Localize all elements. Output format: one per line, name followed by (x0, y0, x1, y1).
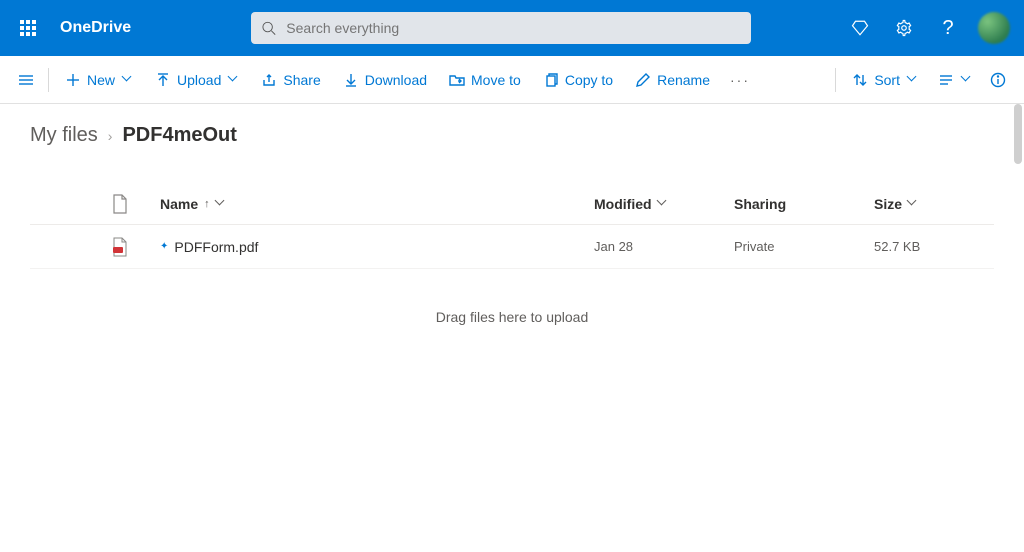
divider (835, 68, 836, 92)
header-actions: ? (840, 8, 1016, 48)
chevron-down-icon (229, 75, 239, 85)
column-header-sharing[interactable]: Sharing (734, 196, 874, 212)
sort-button[interactable]: Sort (842, 62, 928, 98)
file-size: 52.7 KB (874, 239, 994, 254)
table-header: Name ↑ Modified Sharing Size (30, 183, 994, 225)
details-pane-button[interactable] (982, 62, 1014, 98)
breadcrumb-root[interactable]: My files (30, 124, 98, 147)
upload-button[interactable]: Upload (145, 62, 249, 98)
settings-button[interactable] (884, 8, 924, 48)
moveto-button[interactable]: Move to (439, 62, 531, 98)
sort-asc-icon: ↑ (204, 198, 210, 210)
upload-icon (155, 72, 171, 88)
help-button[interactable]: ? (928, 8, 968, 48)
breadcrumb: My files › PDF4meOut (0, 120, 1024, 163)
column-header-size[interactable]: Size (874, 196, 994, 212)
file-sharing: Private (734, 239, 874, 254)
download-button[interactable]: Download (333, 62, 437, 98)
column-header-modified[interactable]: Modified (594, 196, 734, 212)
more-icon: ··· (730, 72, 750, 88)
pencil-icon (635, 72, 651, 88)
command-bar: New Upload Share Download Move to Copy t… (0, 56, 1024, 104)
column-name-label: Name (160, 196, 198, 212)
copyto-label: Copy to (565, 72, 613, 88)
help-icon: ? (942, 17, 953, 40)
chevron-down-icon (908, 199, 918, 209)
file-type-icon (80, 237, 160, 257)
file-list: Name ↑ Modified Sharing Size ✦ (30, 183, 994, 269)
search-box[interactable] (251, 12, 751, 44)
chevron-down-icon (216, 199, 226, 209)
divider (48, 68, 49, 92)
moveto-label: Move to (471, 72, 521, 88)
column-size-label: Size (874, 196, 902, 212)
file-name: PDFForm.pdf (174, 239, 258, 255)
scrollbar[interactable] (1014, 104, 1022, 164)
app-launcher-button[interactable] (8, 8, 48, 48)
share-button[interactable]: Share (251, 62, 330, 98)
table-row[interactable]: ✦ PDFForm.pdf Jan 28 Private 52.7 KB (30, 225, 994, 269)
moveto-icon (449, 72, 465, 88)
premium-button[interactable] (840, 8, 880, 48)
account-avatar[interactable] (978, 12, 1010, 44)
copyto-button[interactable]: Copy to (533, 62, 623, 98)
download-label: Download (365, 72, 427, 88)
content-area: My files › PDF4meOut Name ↑ Modified Sha… (0, 104, 1024, 552)
rename-button[interactable]: Rename (625, 62, 720, 98)
search-icon (261, 20, 276, 36)
new-indicator-icon: ✦ (160, 241, 168, 252)
drop-hint: Drag files here to upload (0, 309, 1024, 325)
share-label: Share (283, 72, 320, 88)
chevron-down-icon (123, 75, 133, 85)
info-icon (990, 72, 1006, 88)
chevron-down-icon (908, 75, 918, 85)
new-button[interactable]: New (55, 62, 143, 98)
copyto-icon (543, 72, 559, 88)
sort-label: Sort (874, 72, 900, 88)
more-commands-button[interactable]: ··· (722, 62, 758, 98)
column-modified-label: Modified (594, 196, 652, 212)
file-modified: Jan 28 (594, 239, 734, 254)
app-name[interactable]: OneDrive (60, 19, 131, 37)
upload-label: Upload (177, 72, 221, 88)
column-header-name[interactable]: Name ↑ (160, 196, 594, 212)
sort-icon (852, 72, 868, 88)
share-icon (261, 72, 277, 88)
column-sharing-label: Sharing (734, 196, 786, 212)
app-header: OneDrive ? (0, 0, 1024, 56)
gear-icon (895, 19, 913, 37)
chevron-down-icon (962, 75, 972, 85)
breadcrumb-current: PDF4meOut (122, 124, 236, 147)
search-input[interactable] (286, 20, 741, 36)
file-column-icon (111, 194, 129, 214)
diamond-icon (851, 19, 869, 37)
chevron-down-icon (658, 199, 668, 209)
nav-toggle-button[interactable] (10, 62, 42, 98)
rename-label: Rename (657, 72, 710, 88)
new-label: New (87, 72, 115, 88)
plus-icon (65, 72, 81, 88)
view-list-icon (938, 72, 954, 88)
waffle-icon (20, 20, 36, 36)
download-icon (343, 72, 359, 88)
chevron-right-icon: › (108, 128, 113, 144)
hamburger-icon (18, 72, 34, 88)
view-options-button[interactable] (930, 62, 980, 98)
